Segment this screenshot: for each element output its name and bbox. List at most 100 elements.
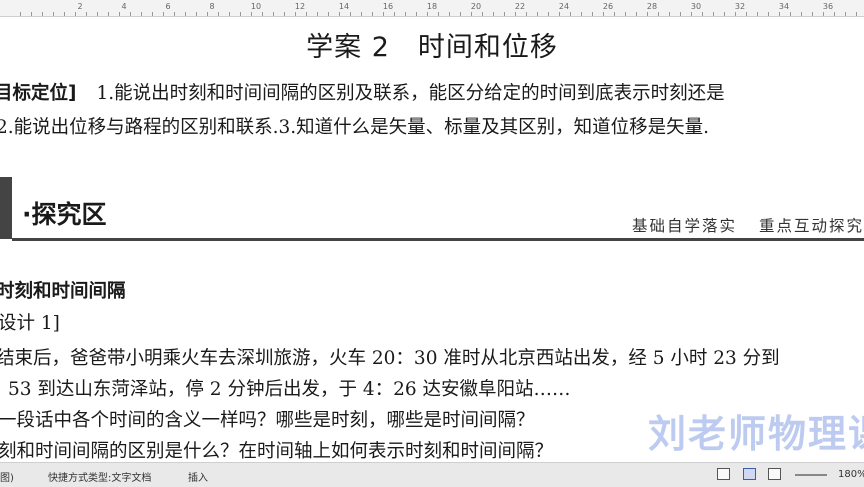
document-title: 学案 2 时间和位移 [306, 32, 558, 63]
ruler-tick [680, 12, 681, 16]
ruler-tick [669, 12, 670, 16]
paragraph-line-2: 53 到达山东菏泽站，停 2 分钟后出发，于 4：26 达安徽阜阳站…… [8, 379, 571, 400]
ruler-tick [691, 12, 692, 16]
ruler-tick [537, 12, 538, 16]
shortcut-type-status: 快捷方式类型:文字文档 [48, 473, 152, 484]
ruler-tick [273, 12, 274, 16]
ruler-number: 32 [734, 2, 746, 11]
ruler-tick [438, 12, 439, 16]
ruler-tick [339, 12, 340, 16]
question-label: 设计 1] [0, 313, 60, 334]
ruler-tick [724, 12, 725, 16]
goal-text-1: 1.能说出时刻和时间间隔的区别及联系，能区分给定的时间到底表示时刻还是 [96, 83, 725, 104]
ruler-tick [592, 12, 593, 16]
ruler-tick [163, 12, 164, 16]
ruler-tick [482, 12, 483, 16]
watermark: 刘老师物理课 [648, 412, 864, 456]
ruler-tick [141, 12, 142, 16]
ruler-tick [218, 12, 219, 16]
insert-mode-status[interactable]: 插入 [188, 469, 208, 484]
ruler-tick [449, 12, 450, 16]
ruler-tick [801, 12, 802, 16]
ruler-tick [658, 12, 659, 16]
page-view-icon[interactable] [743, 468, 756, 480]
section-subtitle-1: 基础自学落实 [631, 217, 737, 235]
ruler-number: 12 [294, 2, 306, 11]
ruler-tick [207, 12, 208, 16]
ruler-number: 28 [646, 2, 658, 11]
ruler-number: 10 [250, 2, 262, 11]
section-title: ·探究区 [22, 200, 107, 229]
ruler-tick [647, 12, 648, 16]
ruler-tick [119, 12, 120, 16]
section-rule [12, 238, 864, 241]
ruler-tick [295, 12, 296, 16]
ruler-number: 14 [338, 2, 350, 11]
ruler-number: 6 [165, 2, 171, 11]
ruler-tick [713, 12, 714, 16]
ruler-tick [262, 12, 263, 16]
ruler-tick [229, 12, 230, 16]
ruler-tick [581, 12, 582, 16]
ruler-number: 30 [690, 2, 702, 11]
ruler-tick [97, 12, 98, 16]
ruler-tick [504, 12, 505, 16]
ruler-tick [812, 12, 813, 16]
ruler-number: 4 [121, 2, 127, 11]
ruler-tick [350, 12, 351, 16]
goal-paragraph-line-2: 2.能说出位移与路程的区别和联系.3.知道什么是矢量、标量及其区别，知道位移是矢… [0, 117, 710, 138]
ruler-number: 20 [470, 2, 482, 11]
ruler-tick [614, 12, 615, 16]
ruler-number: 26 [602, 2, 614, 11]
status-left-fragment: 图) [0, 473, 14, 484]
ruler-tick [108, 12, 109, 16]
ruler-tick [493, 12, 494, 16]
ruler-tick [856, 12, 857, 16]
ruler-tick [174, 12, 175, 16]
ruler-tick [328, 12, 329, 16]
ruler-tick [570, 12, 571, 16]
goal-label: 目标定位] [0, 83, 77, 104]
ruler-tick [790, 12, 791, 16]
ruler-tick [75, 12, 76, 16]
goal-paragraph-line-1: 目标定位] 1.能说出时刻和时间间隔的区别及联系，能区分给定的时间到底表示时刻还是 [0, 79, 725, 105]
ruler-number: 8 [209, 2, 215, 11]
ruler-number: 24 [558, 2, 570, 11]
ruler-tick [361, 12, 362, 16]
ruler-tick [768, 12, 769, 16]
ruler-tick [20, 12, 21, 16]
ruler-tick [460, 12, 461, 16]
ruler-tick [130, 12, 131, 16]
ruler-tick [152, 12, 153, 16]
ruler-number: 2 [77, 2, 83, 11]
ruler-tick [603, 12, 604, 16]
paragraph-line-3: 一段话中各个时间的含义一样吗？哪些是时刻，哪些是时间间隔？ [0, 410, 535, 431]
ruler-tick [405, 12, 406, 16]
status-bar: 图) 快捷方式类型:文字文档 插入 180% [0, 462, 864, 487]
sub-heading: 时刻和时间间隔 [0, 281, 126, 302]
zoom-level[interactable]: 180% [838, 469, 864, 480]
ruler-tick [515, 12, 516, 16]
ruler-tick [548, 12, 549, 16]
ruler-number: 16 [382, 2, 394, 11]
ruler-tick [317, 12, 318, 16]
ruler-tick [559, 12, 560, 16]
ruler-tick [86, 12, 87, 16]
ruler-tick [42, 12, 43, 16]
ruler-tick [636, 12, 637, 16]
ruler-tick [251, 12, 252, 16]
zoom-slider[interactable] [795, 474, 827, 476]
ruler-tick [372, 12, 373, 16]
ruler-tick [757, 12, 758, 16]
paragraph-line-4: 刻和时间间隔的区别是什么？在时间轴上如何表示时刻和时间间隔？ [0, 441, 554, 462]
ruler-number: 34 [778, 2, 790, 11]
document-page[interactable]: 学案 2 时间和位移 目标定位] 1.能说出时刻和时间间隔的区别及联系，能区分给定… [0, 17, 864, 462]
web-view-icon[interactable] [768, 468, 781, 480]
ruler-tick [196, 12, 197, 16]
ruler-tick [779, 12, 780, 16]
focus-mode-icon[interactable] [717, 468, 730, 480]
ruler-tick [471, 12, 472, 16]
horizontal-ruler[interactable]: 2 4 6 8 10 12 14 16 18 20 22 24 26 28 30 32 34 36 [0, 0, 864, 17]
ruler-tick [702, 12, 703, 16]
section-subtitle-2: 重点互动探究 [758, 217, 864, 235]
